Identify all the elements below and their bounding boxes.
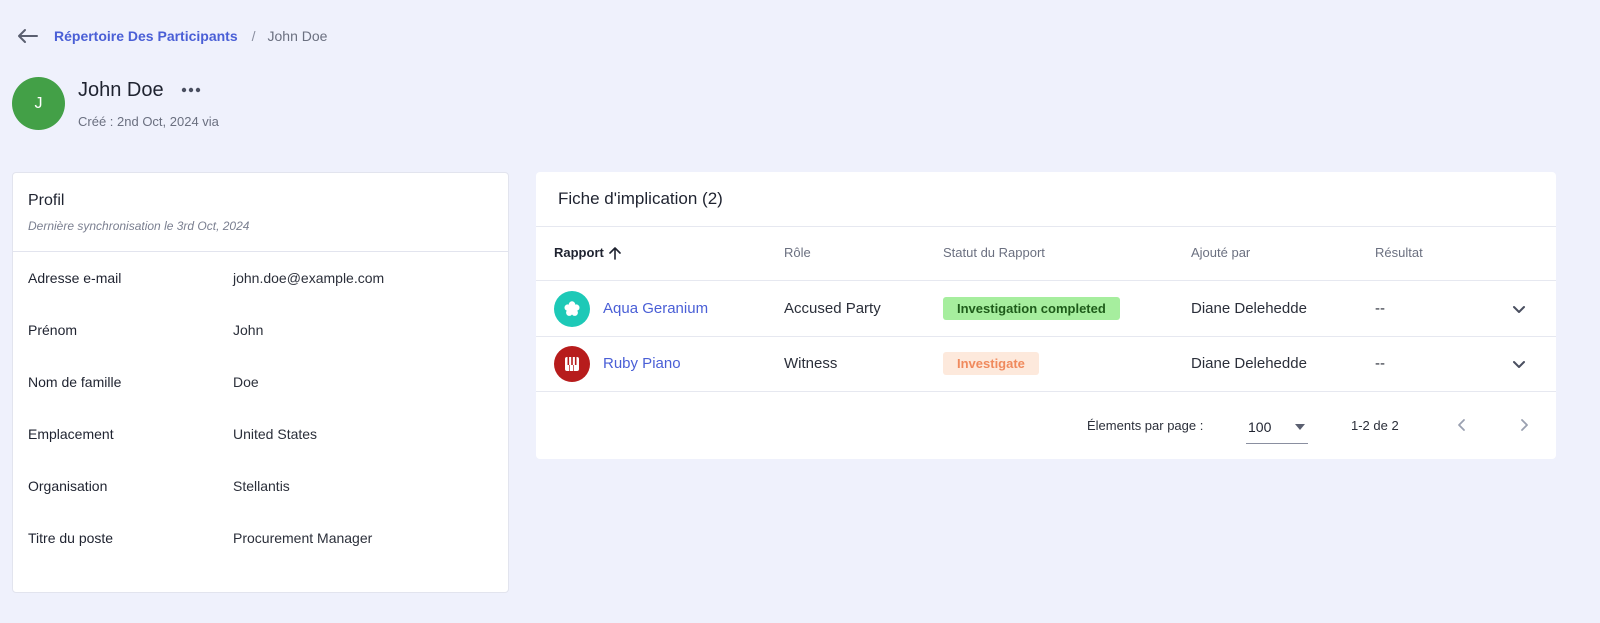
profile-field-email: Adresse e-mail john.doe@example.com <box>28 268 498 288</box>
column-header-label: Rapport <box>554 245 604 260</box>
profile-field-organisation: Organisation Stellantis <box>28 476 498 496</box>
chevron-right-icon[interactable] <box>1516 417 1532 433</box>
field-value: United States <box>233 426 318 442</box>
field-label: Prénom <box>28 322 78 338</box>
column-header-added-by[interactable]: Ajouté par <box>1191 245 1250 260</box>
column-header-report[interactable]: Rapport <box>554 245 622 260</box>
column-header-status[interactable]: Statut du Rapport <box>943 245 1045 260</box>
more-options-icon[interactable] <box>180 83 202 97</box>
page-title: John Doe <box>78 78 164 101</box>
field-label: Emplacement <box>28 426 114 442</box>
field-value: John <box>233 322 264 338</box>
page-range: 1-2 de 2 <box>1351 417 1399 433</box>
sort-arrow-up-icon <box>608 246 622 260</box>
expand-row-button[interactable] <box>1511 281 1527 336</box>
breadcrumb: Répertoire Des Participants / John Doe <box>16 26 327 46</box>
field-value: Doe <box>233 374 259 390</box>
status-cell: Investigate <box>943 336 1039 391</box>
profile-field-location: Emplacement United States <box>28 424 498 444</box>
result-cell: -- <box>1375 355 1385 372</box>
report-cell: Aqua Geranium <box>554 281 708 336</box>
per-page-label: Élements par page : <box>1087 417 1204 433</box>
profile-sync-date: Dernière synchronisation le 3rd Oct, 202… <box>28 219 250 233</box>
status-badge: Investigation completed <box>943 297 1120 320</box>
per-page-value: 100 <box>1248 418 1272 435</box>
field-value: john.doe@example.com <box>233 270 385 286</box>
chevron-down-icon <box>1511 301 1527 317</box>
role-cell: Accused Party <box>784 300 881 317</box>
status-cell: Investigation completed <box>943 281 1120 336</box>
table-row[interactable]: Ruby Piano Witness Investigate Diane Del… <box>536 336 1556 391</box>
divider <box>536 226 1556 227</box>
created-date: Créé : 2nd Oct, 2024 via <box>78 114 219 129</box>
report-link[interactable]: Ruby Piano <box>603 355 681 372</box>
table-row[interactable]: Aqua Geranium Accused Party Investigatio… <box>536 281 1556 336</box>
added-by-cell: Diane Delehedde <box>1191 355 1307 372</box>
field-label: Adresse e-mail <box>28 270 122 286</box>
implication-card: Fiche d'implication (2) Rapport Rôle Sta… <box>536 172 1556 459</box>
column-header-role[interactable]: Rôle <box>784 245 811 260</box>
participant-header: J John Doe Créé : 2nd Oct, 2024 via <box>12 77 219 130</box>
flower-icon <box>554 290 590 327</box>
chevron-left-icon[interactable] <box>1454 417 1470 433</box>
breadcrumb-current: John Doe <box>267 28 328 44</box>
avatar: J <box>12 77 65 130</box>
profile-card: Profil Dernière synchronisation le 3rd O… <box>12 172 509 593</box>
field-value: Procurement Manager <box>233 530 373 546</box>
divider <box>13 251 508 252</box>
per-page-select[interactable]: 100 <box>1246 410 1308 444</box>
result-cell: -- <box>1375 300 1385 317</box>
caret-down-icon <box>1294 423 1306 431</box>
expand-row-button[interactable] <box>1511 336 1527 391</box>
field-label: Nom de famille <box>28 374 122 390</box>
piano-icon <box>554 345 590 382</box>
profile-field-job-title: Titre du poste Procurement Manager <box>28 528 498 548</box>
chevron-down-icon <box>1511 356 1527 372</box>
profile-field-first-name: Prénom John <box>28 320 498 340</box>
breadcrumb-separator: / <box>251 28 256 44</box>
report-link[interactable]: Aqua Geranium <box>603 300 708 317</box>
field-value: Stellantis <box>233 478 290 494</box>
status-badge: Investigate <box>943 352 1039 375</box>
implication-title: Fiche d'implication (2) <box>558 189 723 208</box>
divider <box>536 391 1556 392</box>
arrow-left-icon[interactable] <box>16 28 38 44</box>
field-label: Organisation <box>28 478 108 494</box>
breadcrumb-parent-link[interactable]: Répertoire Des Participants <box>54 28 238 44</box>
report-cell: Ruby Piano <box>554 336 681 391</box>
profile-title: Profil <box>28 192 65 209</box>
added-by-cell: Diane Delehedde <box>1191 300 1307 317</box>
field-label: Titre du poste <box>28 530 114 546</box>
column-header-result[interactable]: Résultat <box>1375 245 1423 260</box>
profile-field-last-name: Nom de famille Doe <box>28 372 498 392</box>
role-cell: Witness <box>784 355 838 372</box>
